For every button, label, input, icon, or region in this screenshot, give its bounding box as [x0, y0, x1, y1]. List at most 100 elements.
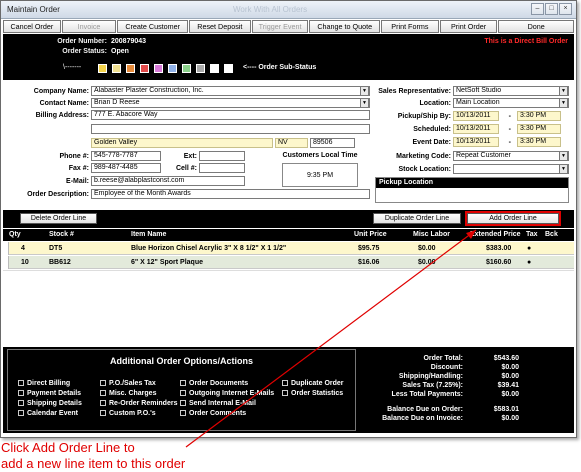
stock-location-select[interactable]: ▼	[453, 164, 569, 174]
event-time-field[interactable]: 3:30 PM	[517, 137, 561, 147]
chevron-down-icon[interactable]: ▼	[559, 152, 568, 160]
chevron-down-icon[interactable]: ▼	[559, 165, 568, 173]
state-field[interactable]: NV	[275, 138, 308, 148]
checkbox-icon[interactable]	[282, 380, 288, 386]
sub-status-swatch[interactable]	[210, 64, 219, 73]
sub-status-swatch[interactable]	[126, 64, 135, 73]
checkbox-icon[interactable]	[100, 400, 106, 406]
order-description-field[interactable]: Employee of the Month Awards	[91, 189, 370, 199]
change-to-quote-button[interactable]: Change to Quote	[309, 20, 381, 33]
cell-label: Cell #:	[175, 165, 197, 172]
sub-status-swatch[interactable]	[224, 64, 233, 73]
option-shipping-details[interactable]: Shipping Details	[18, 400, 82, 407]
sub-status-swatch[interactable]	[182, 64, 191, 73]
checkbox-icon[interactable]	[100, 390, 106, 396]
email-field[interactable]: b.reese@alabplastconst.com	[91, 176, 245, 186]
billing-address-line1[interactable]: 777 E. Abacore Way	[91, 110, 370, 120]
sub-status-swatch[interactable]	[140, 64, 149, 73]
location-label: Location:	[419, 100, 452, 107]
option-calendar-event[interactable]: Calendar Event	[18, 410, 78, 417]
fax-field[interactable]: 989-487-4485	[91, 163, 161, 173]
option-custom-p-o-s[interactable]: Custom P.O.'s	[100, 410, 156, 417]
done-button[interactable]: Done	[498, 20, 574, 33]
local-time-box: 9:35 PM	[282, 163, 358, 187]
option-order-statistics[interactable]: Order Statistics	[282, 390, 343, 397]
option-order-documents[interactable]: Order Documents	[180, 380, 248, 387]
option-direct-billing[interactable]: Direct Billing	[18, 380, 70, 387]
city-field[interactable]: Golden Valley	[91, 138, 273, 148]
delete-order-line-button[interactable]: Delete Order Line	[20, 213, 97, 224]
checkbox-icon[interactable]	[18, 380, 24, 386]
reset-deposit-button[interactable]: Reset Deposit	[189, 20, 251, 33]
checkbox-icon[interactable]	[100, 410, 106, 416]
minimize-icon[interactable]: –	[531, 3, 544, 15]
order-number-label: Order Number:	[57, 38, 107, 45]
billing-address-line2[interactable]	[91, 124, 370, 134]
total-label: Balance Due on Invoice:	[382, 415, 463, 422]
scheduled-time-field[interactable]: 3:30 PM	[517, 124, 561, 134]
print-forms-button[interactable]: Print Forms	[381, 20, 439, 33]
total-value: $583.01	[493, 406, 519, 413]
option-payment-details[interactable]: Payment Details	[18, 390, 81, 397]
marketing-code-select[interactable]: Repeat Customer ▼	[453, 151, 569, 161]
contact-name-select[interactable]: Brian D Reese ▼	[91, 98, 370, 108]
checkbox-icon[interactable]	[180, 390, 186, 396]
checkbox-icon[interactable]	[180, 380, 186, 386]
sub-status-swatch[interactable]	[98, 64, 107, 73]
row-extended-price: $160.60	[486, 259, 512, 266]
zip-field[interactable]: 89506	[310, 138, 355, 148]
pickup-time-field[interactable]: 3:30 PM	[517, 111, 561, 121]
checkbox-icon[interactable]	[180, 410, 186, 416]
location-select[interactable]: Main Location ▼	[453, 98, 569, 108]
trigger-event-button[interactable]: Trigger Event	[251, 20, 309, 33]
row-selector[interactable]	[3, 256, 9, 269]
callout-line-1: Click Add Order Line to	[1, 440, 135, 455]
option-re-order-reminders[interactable]: Re-Order Reminders	[100, 400, 177, 407]
sub-status-swatch[interactable]	[112, 64, 121, 73]
add-order-line-button[interactable]: Add Order Line	[465, 211, 561, 226]
duplicate-order-line-button[interactable]: Duplicate Order Line	[373, 213, 461, 224]
chevron-down-icon[interactable]: ▼	[559, 87, 568, 95]
sub-status-swatch[interactable]	[168, 64, 177, 73]
event-dash: -	[508, 139, 511, 146]
sales-rep-select[interactable]: NetSoft Studio ▼	[453, 86, 569, 96]
chevron-down-icon[interactable]: ▼	[559, 99, 568, 107]
sub-status-swatch[interactable]	[154, 64, 163, 73]
option-outgoing-internet-e-mails[interactable]: Outgoing Internet E-Mails	[180, 390, 274, 397]
invoice-button[interactable]: Invoice	[61, 20, 117, 33]
option-p-o-sales-tax[interactable]: P.O./Sales Tax	[100, 380, 156, 387]
checkbox-icon[interactable]	[180, 400, 186, 406]
chevron-down-icon[interactable]: ▼	[360, 87, 369, 95]
col-tax: Tax	[526, 231, 538, 238]
option-duplicate-order[interactable]: Duplicate Order	[282, 380, 344, 387]
ext-field[interactable]	[199, 151, 245, 161]
close-icon[interactable]: ×	[559, 3, 572, 15]
table-row[interactable]: 4 DT5 Blue Horizon Chisel Acrylic 3" X 8…	[3, 242, 574, 255]
checkbox-icon[interactable]	[18, 410, 24, 416]
sub-status-swatch[interactable]	[196, 64, 205, 73]
cancel-order-button[interactable]: Cancel Order	[3, 20, 61, 33]
maximize-icon[interactable]: □	[545, 3, 558, 15]
phone-field[interactable]: 545-778-7787	[91, 151, 161, 161]
create-customer-button[interactable]: Create Customer	[117, 20, 189, 33]
chevron-down-icon[interactable]: ▼	[360, 99, 369, 107]
table-row[interactable]: 10 BB612 6" X 12" Sport Plaque $16.06 $0…	[3, 256, 574, 269]
checkbox-icon[interactable]	[282, 390, 288, 396]
scheduled-date-field[interactable]: 10/13/2011	[453, 124, 499, 134]
cell-field[interactable]	[199, 163, 245, 173]
option-misc-charges[interactable]: Misc. Charges	[100, 390, 156, 397]
billing-address-label: Billing Address:	[35, 112, 89, 119]
pickup-location-box[interactable]: Pickup Location	[375, 177, 569, 203]
option-order-comments[interactable]: Order Comments	[180, 410, 246, 417]
checkbox-icon[interactable]	[18, 400, 24, 406]
company-name-select[interactable]: Alabaster Plaster Construction, Inc. ▼	[91, 86, 370, 96]
event-date-field[interactable]: 10/13/2011	[453, 137, 499, 147]
option-send-internal-e-mail[interactable]: Send Internal E-Mail	[180, 400, 256, 407]
checkbox-icon[interactable]	[18, 390, 24, 396]
row-selector[interactable]	[3, 242, 9, 255]
checkbox-icon[interactable]	[100, 380, 106, 386]
phone-label: Phone #:	[59, 153, 89, 160]
print-order-button[interactable]: Print Order	[439, 20, 498, 33]
order-header: Order Number: 200879043 Order Status: Op…	[3, 34, 574, 80]
pickup-date-field[interactable]: 10/13/2011	[453, 111, 499, 121]
